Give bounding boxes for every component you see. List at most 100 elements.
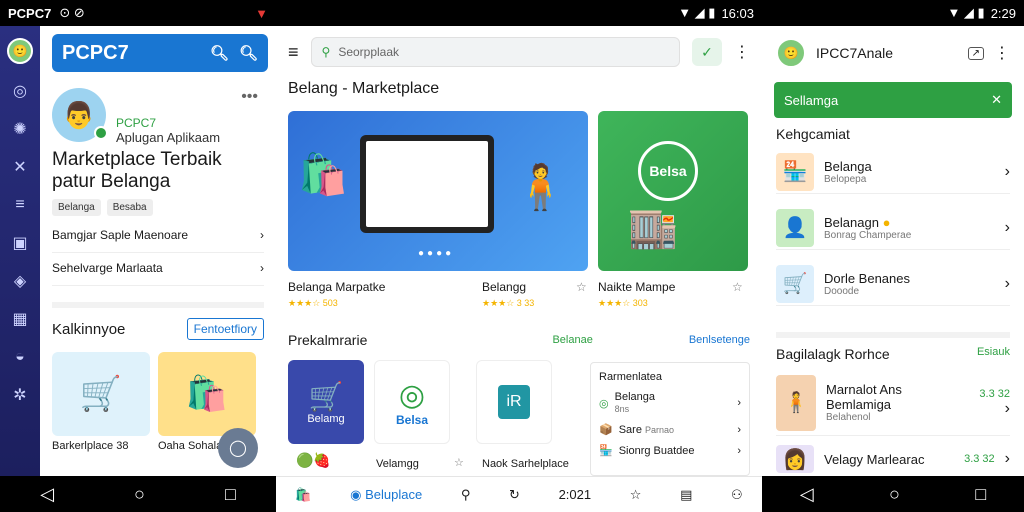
recents-icon[interactable]: □ [975,484,986,505]
list-item[interactable]: 📦 Sare Parnao › [599,423,741,437]
green-banner[interactable]: Sellamga ✕ [774,82,1012,118]
share-icon[interactable]: ↻ [509,487,520,503]
back-icon[interactable]: ◁ [40,484,54,505]
section-link[interactable]: Fentoetfiory [186,318,264,340]
tile-caption: Naok Sarhelplace [482,458,569,470]
more-vert-icon[interactable]: ⋮ [994,43,1010,63]
home-button-icon[interactable]: ○ [889,484,900,505]
section-header: Bagilalagk Rorhce Esiauk [776,332,1010,362]
search-icon[interactable]: 🔍︎ [210,44,229,62]
item-sub: Belopepa [824,173,867,185]
shopping-bag-icon[interactable]: 🛍️ [295,487,311,503]
search-icon: ⚲ [321,45,331,59]
product-item[interactable]: 👩 Velagy Marlearac 3.3 32 › [776,444,1010,474]
hero-banner-2[interactable]: Belsa 🏬 [598,111,748,271]
chip[interactable]: Belanga [52,199,101,216]
avatar[interactable]: 🙂 [776,38,806,68]
headline: Marketplace Terbaik patur Belanga [52,149,222,192]
section-title: Kalkinnyoe [52,320,126,338]
status-time: 16:03 [721,5,754,21]
product-item[interactable]: 🧍 Marnalot Ans Bemlamiga Belahenol 3.3 32… [776,370,1010,436]
category-item[interactable]: 🏪 Belanga Belopepa › [776,150,1010,194]
screen-center: ▼ ◢ ▮ 16:03 ≡ ⚲ Seorpplaak ✓ ⋮ Belang - … [276,0,762,512]
brand-logo: Belsa [638,141,698,201]
star-outline-icon[interactable]: ☆ [732,280,743,294]
chat-icon[interactable]: ◒ [9,346,31,368]
menu-icon[interactable]: ≡ [9,194,31,216]
item-price: 3.3 32 [979,387,1010,400]
item-name: Dorle Benanes [824,270,910,286]
more-vert-icon[interactable]: ⋮ [734,42,750,62]
store-icon[interactable]: ▣ [9,232,31,254]
tools-icon[interactable]: ✕ [9,156,31,178]
star-outline-icon[interactable]: ☆ [454,456,464,469]
recents-icon[interactable]: □ [225,484,236,505]
app-title: IPCC7Anale [816,45,894,61]
section-link[interactable]: Belanae [552,334,592,346]
product-card[interactable]: 🛒 Barkerlplace 38 [52,352,150,452]
card-price: 38 [116,440,129,452]
panel-title: Rarmenlatea [599,371,662,383]
app-tile[interactable]: 🛒 Belamg [288,360,364,444]
close-icon[interactable]: ✕ [991,92,1002,108]
notification-icon: ▼ [255,5,268,21]
profile-icon[interactable]: ⚇ [731,487,743,503]
app-tile[interactable]: iR [476,360,552,444]
settings-icon[interactable]: ✲ [9,384,31,406]
tile-caption: Velamgg [376,458,419,470]
banner-caption: Belanga Marpatke [288,280,386,294]
home-icon[interactable]: ◎ [9,80,31,102]
back-icon[interactable]: ◁ [800,484,814,505]
search-icon-2[interactable]: 🔍︎ [239,44,258,62]
chip[interactable]: Besaba [106,199,153,216]
laptop-illustration [360,135,494,233]
search-input[interactable]: ⚲ Seorpplaak [310,37,680,67]
logo-icon: ◎ [398,378,426,412]
person-icon: 🧍 [513,163,568,212]
list-item-sub: Parnao [645,424,675,435]
chevron-right-icon: › [1004,162,1010,180]
home-button-icon[interactable]: ○ [134,484,145,505]
cart-icon: 🛒 [52,352,150,436]
search-icon[interactable]: ⚲ [461,487,471,503]
list-item-label: Belanga [614,391,655,403]
section-link[interactable]: Benlsetenge [689,334,750,346]
section-link[interactable]: Esiauk [977,346,1010,362]
list-item[interactable]: 🏪 Sionrg Buatdee › [599,444,741,458]
cart-icon: 🛒 [776,264,814,303]
building-icon[interactable]: ▦ [9,308,31,330]
item-name: Velagy Marlearac [824,451,925,467]
chevron-right-icon: › [260,261,264,275]
category-item[interactable]: 🛒 Dorle Benanes Dooode › [776,262,1010,306]
logo-icon: ◎ [599,397,609,410]
star-icon[interactable]: ☆ [630,487,642,503]
explore-icon[interactable]: ✺ [9,118,31,140]
status-bar: ▼ ◢ ▮ 16:03 [276,0,762,26]
chevron-right-icon: › [1004,450,1010,467]
star-outline-icon[interactable]: ☆ [576,280,587,294]
avatar[interactable]: 🙂 [7,38,33,64]
box-icon: 📦 [599,424,613,436]
section-title: Prekalmrarie [288,332,368,348]
list-item[interactable]: ◎ Belanga 8ns › [599,391,741,415]
chevron-right-icon: › [737,397,741,409]
more-icon[interactable]: ••• [241,88,258,106]
list-item-label: Bamgjar Saple Maenoare [52,228,189,242]
nav-item-active[interactable]: ◉ Beluplace [350,487,422,503]
main-content: PCPC7 🔍︎ 🔍︎ 👨 PCPC7 Aplugan Aplikaam •••… [40,26,276,476]
category-item[interactable]: 👤 Belanagn ● Bonrag Champerae › [776,206,1010,250]
app-tile[interactable]: ◎ Belsa [374,360,450,444]
list-item[interactable]: Sehelvarge Marlaata › [52,261,264,286]
fab-button[interactable]: ◯ [218,428,258,468]
hamburger-icon[interactable]: ≡ [288,42,299,63]
nav-counter: 2:021 [558,487,592,502]
hero-banner[interactable]: 🛍️ 🧍 ●●●● [288,111,588,271]
item-price: 3.3 32 [964,453,995,465]
bag-icon[interactable]: ◈ [9,270,31,292]
list-item[interactable]: Bamgjar Saple Maenoare › [52,228,264,253]
item-name: Belanagn [824,214,879,230]
external-icon[interactable]: ↗ [967,46,984,60]
banner-caption: Belangg [482,280,527,294]
check-icon[interactable]: ✓ [692,38,722,66]
document-icon[interactable]: ▤ [680,487,692,503]
